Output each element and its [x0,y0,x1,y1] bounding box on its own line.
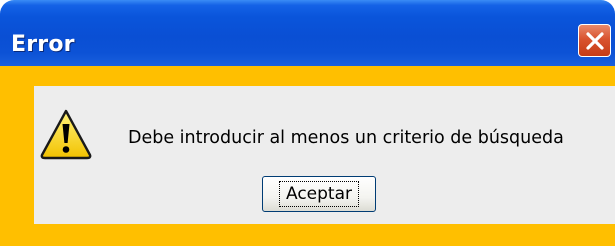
title-bar[interactable]: Error [0,0,615,66]
close-button[interactable] [578,24,611,57]
window-frame: Debe introducir al menos un criterio de … [0,66,615,246]
error-dialog: Error Debe introducir al menos un criter… [0,0,615,246]
accept-button-label: Aceptar [279,181,359,207]
accept-button[interactable]: Aceptar [262,176,376,212]
warning-icon [40,109,92,160]
error-message: Debe introducir al menos un criterio de … [128,128,564,148]
close-icon [585,31,604,50]
window-title: Error [11,32,75,57]
dialog-body: Debe introducir al menos un criterio de … [34,86,615,224]
